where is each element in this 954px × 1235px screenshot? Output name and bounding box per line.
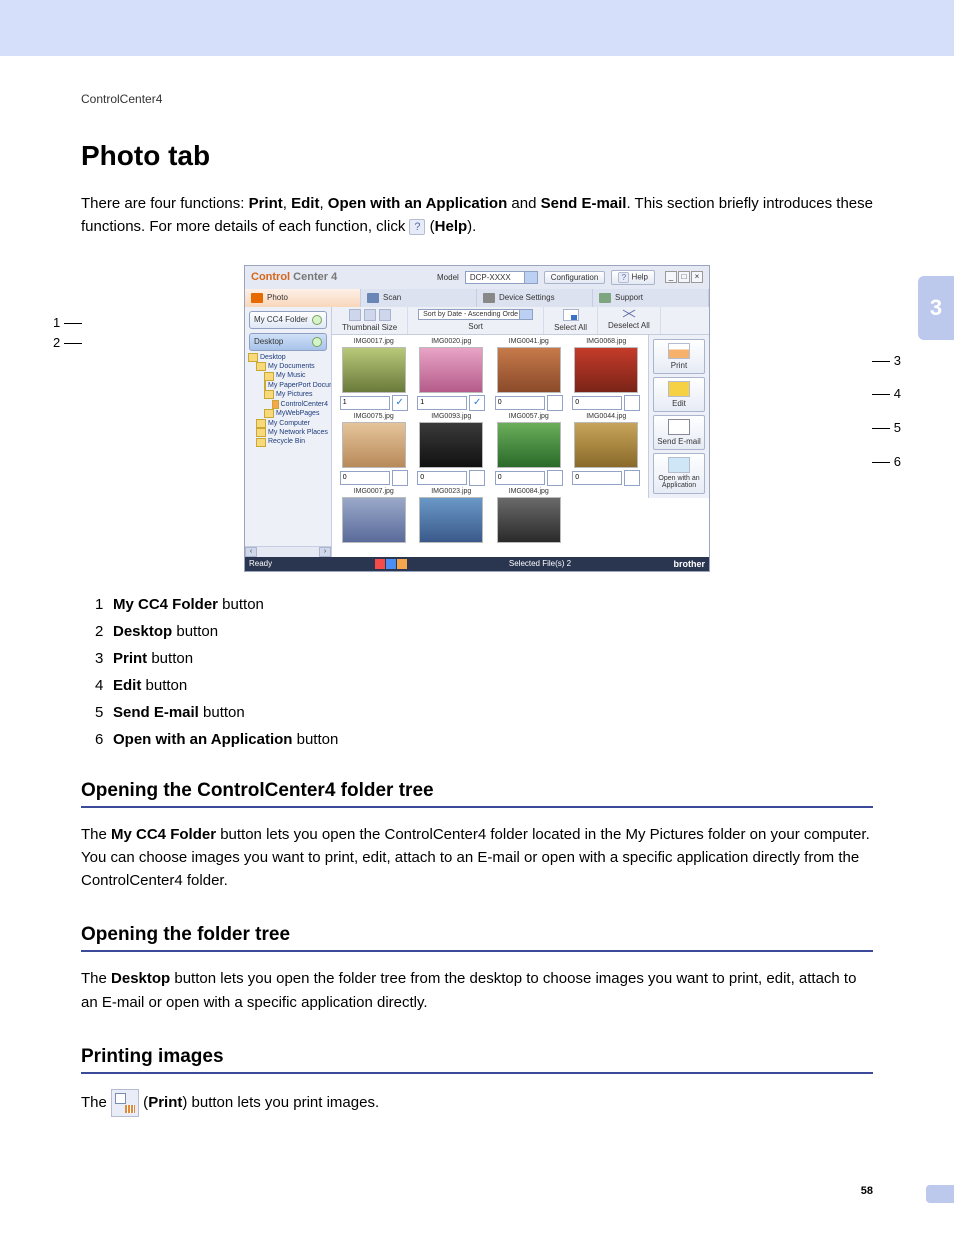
section-rule (81, 806, 873, 808)
page-title: Photo tab (81, 140, 873, 172)
callout-5: 5 (872, 420, 901, 435)
model-label: Model (437, 273, 459, 282)
open-with-icon (668, 457, 690, 473)
support-icon (599, 293, 611, 303)
tab-scan[interactable]: Scan (361, 289, 477, 307)
print-icon (111, 1089, 139, 1117)
refresh-icon (312, 315, 322, 325)
section-body: The Desktop button lets you open the fol… (81, 967, 873, 1014)
status-bar: Ready Selected File(s) 2 brother (245, 557, 709, 571)
check-icon[interactable]: ✓ (469, 395, 485, 411)
check-icon[interactable] (624, 470, 640, 486)
callout-4: 4 (872, 386, 901, 401)
controlcenter-window: Control Center 4 Model DCP-XXXX Configur… (244, 265, 710, 572)
thumbnail[interactable] (342, 347, 406, 393)
deselect-all-icon (622, 309, 636, 319)
section-heading: Printing images (81, 1046, 873, 1068)
check-icon[interactable] (392, 470, 408, 486)
configuration-button[interactable]: Configuration (544, 271, 606, 284)
page-number: 58 (861, 1185, 873, 1197)
sort-control[interactable]: Sort by Date - Ascending Orde Sort (408, 307, 544, 334)
callout-3: 3 (872, 353, 901, 368)
qty-input[interactable] (495, 396, 545, 410)
section-heading: Opening the ControlCenter4 folder tree (81, 780, 873, 802)
refresh-icon (312, 337, 322, 347)
qty-input[interactable] (572, 396, 622, 410)
breadcrumb: ControlCenter4 (0, 56, 954, 106)
callout-2: 2 (53, 335, 82, 350)
thumbnail[interactable] (497, 422, 561, 468)
check-icon[interactable] (547, 395, 563, 411)
scan-icon (367, 293, 379, 303)
select-all-icon (563, 309, 579, 321)
qty-input[interactable] (495, 471, 545, 485)
thumbnail[interactable] (497, 347, 561, 393)
chapter-tab: 3 (918, 276, 954, 340)
check-icon[interactable] (469, 470, 485, 486)
qty-input[interactable] (340, 396, 390, 410)
my-cc4-folder-button[interactable]: My CC4 Folder (249, 311, 327, 329)
thumbnail[interactable] (574, 347, 638, 393)
send-email-button[interactable]: Send E-mail (653, 415, 705, 450)
thumbnail[interactable] (342, 422, 406, 468)
edit-icon (668, 381, 690, 397)
thumbnail-size-control[interactable]: Thumbnail Size (332, 307, 408, 334)
qty-input[interactable] (572, 471, 622, 485)
sidebar-scrollbar[interactable]: ‹› (245, 546, 331, 557)
check-icon[interactable]: ✓ (392, 395, 408, 411)
qty-input[interactable] (417, 471, 467, 485)
thumbnail[interactable] (574, 422, 638, 468)
thumbnail[interactable] (419, 422, 483, 468)
thumbnail[interactable] (497, 497, 561, 543)
app-screenshot: 1 2 3 4 5 6 Control Center 4 Model DCP-X… (81, 265, 873, 572)
section-body: The My CC4 Folder button lets you open t… (81, 823, 873, 893)
deselect-all-button[interactable]: Deselect All (598, 307, 661, 334)
qty-input[interactable] (340, 471, 390, 485)
section-body: The (Print) button lets you print images… (81, 1089, 873, 1117)
help-icon: ? (409, 219, 425, 235)
print-button[interactable]: Print (653, 339, 705, 374)
device-icon (483, 293, 495, 303)
callout-6: 6 (872, 454, 901, 469)
section-rule (81, 950, 873, 952)
thumbnail-grid: IMG0017.jpg✓ IMG0020.jpg✓ IMG0041.jpg IM… (332, 335, 648, 546)
folder-tree[interactable]: Desktop My Documents My Music My PaperPo… (245, 351, 331, 546)
qty-input[interactable] (417, 396, 467, 410)
select-all-button[interactable]: Select All (544, 307, 598, 334)
legend-list: 1My CC4 Folder button 2Desktop button 3P… (95, 596, 873, 748)
thumbnail[interactable] (419, 347, 483, 393)
intro-paragraph: There are four functions: Print, Edit, O… (81, 192, 873, 239)
page-corner-tab (926, 1185, 954, 1203)
edit-button[interactable]: Edit (653, 377, 705, 412)
email-icon (668, 419, 690, 435)
section-rule (81, 1072, 873, 1074)
model-select[interactable]: DCP-XXXX (465, 271, 538, 284)
print-icon (668, 343, 690, 359)
section-heading: Opening the folder tree (81, 924, 873, 946)
tab-photo[interactable]: Photo (245, 289, 361, 307)
desktop-button[interactable]: Desktop (249, 333, 327, 351)
app-brand: Control Center 4 (251, 271, 337, 283)
thumbnail[interactable] (342, 497, 406, 543)
photo-icon (251, 293, 263, 303)
check-icon[interactable] (624, 395, 640, 411)
thumbnail[interactable] (419, 497, 483, 543)
open-with-app-button[interactable]: Open with an Application (653, 453, 705, 494)
top-banner (0, 0, 954, 56)
help-button[interactable]: ? Help (611, 270, 655, 285)
window-controls[interactable]: _□× (665, 271, 703, 283)
tab-support[interactable]: Support (593, 289, 709, 307)
tab-device-settings[interactable]: Device Settings (477, 289, 593, 307)
check-icon[interactable] (547, 470, 563, 486)
callout-1: 1 (53, 315, 82, 330)
